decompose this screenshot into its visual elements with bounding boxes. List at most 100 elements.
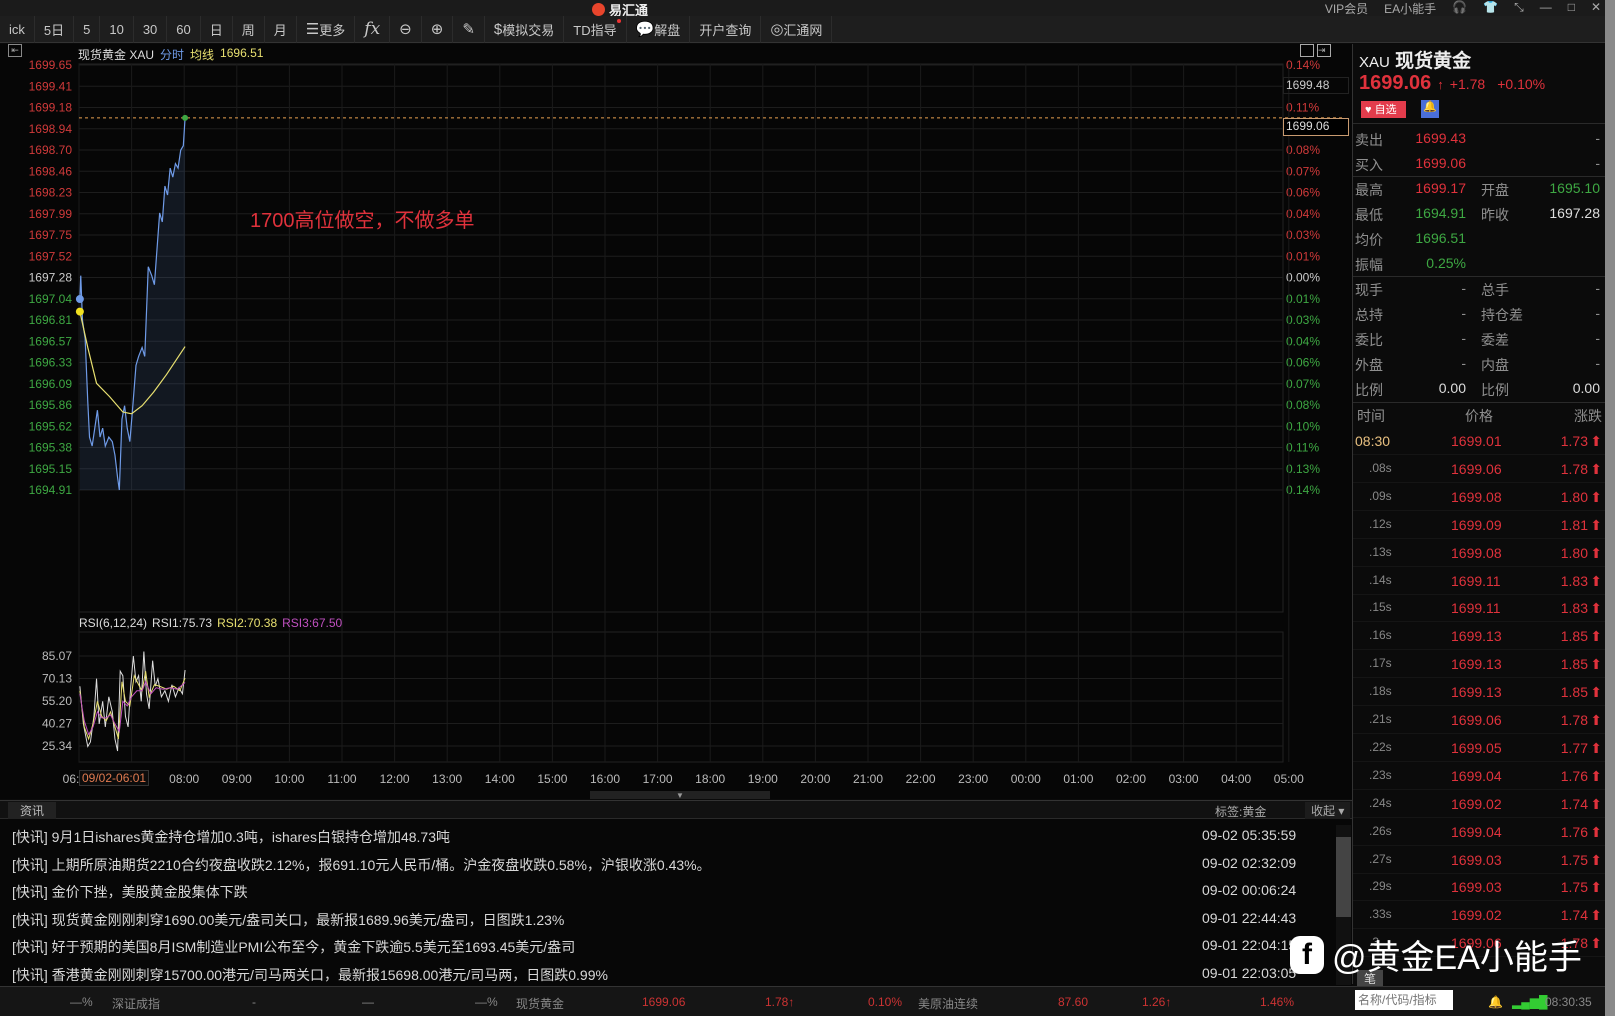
user-name[interactable]: EA小能手	[1384, 0, 1436, 17]
price-tick-label: 1696.57	[29, 334, 73, 348]
toolbar-tick-button[interactable]: ick	[0, 15, 35, 43]
quote-value: 1697.28	[1549, 205, 1600, 221]
search-input[interactable]	[1355, 990, 1453, 1010]
time-tick-label: 06:	[63, 772, 80, 786]
quote-label: 内盘	[1481, 357, 1509, 373]
chart-svg[interactable]: 1699.65 0.14% 1699.41 1699.18 0.11% 1698.94 16…	[0, 44, 1352, 799]
quote-label: 振幅	[1355, 257, 1383, 273]
tick-price: 1699.02	[1451, 907, 1502, 924]
price-tick-label: 1695.15	[29, 462, 73, 476]
toolbar-fx678-button[interactable]: ◎ 汇通网	[761, 15, 833, 43]
scroll-thumb[interactable]	[1336, 837, 1351, 917]
quote-value: -	[1595, 130, 1600, 146]
quote-row: 买入 1699.06 -	[1353, 152, 1606, 177]
time-tick-label: 08:00	[169, 772, 199, 786]
up-arrow-icon: ⬆	[1590, 460, 1602, 477]
tick-change: 1.83	[1560, 572, 1588, 589]
tick-time: .18s	[1369, 684, 1392, 699]
window-scrollbar[interactable]	[1605, 0, 1615, 1016]
toolbar-period-day-button[interactable]: 日	[201, 15, 233, 43]
up-arrow-icon: ⬆	[1590, 935, 1602, 952]
quote-row: 总持 - 持仓差 -	[1353, 302, 1606, 327]
toolbar-period-month-button[interactable]: 月	[265, 15, 297, 43]
alert-bell-icon[interactable]: 🔔	[1421, 100, 1439, 118]
collapse-button[interactable]: 收起 ▾	[1305, 802, 1351, 819]
price-tick-label: 1698.46	[29, 164, 73, 178]
toolbar-td-guide-button[interactable]: TD指导	[564, 15, 627, 43]
news-item[interactable]: [快讯] 香港黄金刚刚刺穿15700.00港元/司马两关口，最新报15698.0…	[12, 965, 1332, 985]
news-tag[interactable]: 标签:黄金	[1215, 803, 1266, 820]
toolbar-analysis-button[interactable]: 💬 解盘	[627, 15, 691, 43]
rsi-tick-label: 55.20	[42, 694, 72, 708]
quote-label: 最低	[1355, 207, 1383, 223]
toolbar-zoom-out-button[interactable]: ⊖	[390, 15, 422, 43]
price-tick-label: 1697.99	[29, 207, 73, 221]
start-price-dot	[75, 295, 84, 304]
quote-value: -	[1595, 155, 1600, 171]
tick-price: 1699.13	[1451, 628, 1502, 645]
ticker-j[interactable]: 美原油连续	[918, 995, 978, 1012]
export-icon[interactable]: ⇥	[1317, 44, 1331, 57]
news-tab[interactable]: 资讯	[8, 802, 57, 819]
news-item[interactable]: [快讯] 好于预期的美国8月ISM制造业PMI公布至今，黄金下跌逾5.5美元至1…	[12, 937, 1332, 957]
price-tick-label: 1695.86	[29, 398, 73, 412]
time-tick-label: 15:00	[537, 772, 567, 786]
news-item[interactable]: [快讯] 9月1日ishares黄金持仓增加0.3吨，ishares白银持仓增加…	[12, 827, 1332, 847]
ticker-f[interactable]: 现货黄金	[516, 995, 564, 1012]
toolbar-formula-button[interactable]: fx	[355, 15, 391, 43]
toolbar-sim-trade-button[interactable]: $ 模拟交易	[485, 15, 565, 43]
ticker-e: —%	[475, 995, 498, 1009]
close-button[interactable]: ✕	[1591, 0, 1601, 17]
toolbar-open-account-button[interactable]: 开户查询	[690, 15, 762, 43]
tick-change: 1.85	[1560, 656, 1588, 673]
toolbar: ick 5日 5 10 30 60 日周月 ☰ 更多 fx ⊖ ⊕ ✎ $ 模拟交易 TD指导 💬 解盘 开户…	[0, 15, 1605, 43]
collapse-panel-icon[interactable]: ⇤	[8, 44, 22, 57]
price-tick-label: 1696.09	[29, 377, 73, 391]
time-tick-label: 13:00	[432, 772, 462, 786]
shrink-icon[interactable]: ⤡	[1514, 0, 1524, 17]
panel-splitter[interactable]: ▼	[590, 791, 770, 800]
clock: 08:30:35	[1545, 995, 1592, 1009]
tick-row: 08:30 1699.01 1.73 ⬆	[1353, 430, 1606, 455]
toolbar-period-10-button[interactable]: 10	[100, 15, 134, 43]
toolbar-zoom-in-button[interactable]: ⊕	[422, 15, 454, 43]
tick-row: .13s 1699.08 1.80 ⬆	[1353, 542, 1606, 567]
fullscreen-icon[interactable]	[1300, 44, 1314, 57]
ticker-i: 0.10%	[868, 995, 903, 1009]
news-item[interactable]: [快讯] 金价下挫，美股黄金股集体下跌 09-02 00:06:24	[12, 882, 1332, 902]
quote-label: 买入	[1355, 157, 1383, 173]
tick-row: .14s 1699.11 1.83 ⬆	[1353, 570, 1606, 595]
collapse-label: 收起	[1311, 804, 1336, 818]
quote-label: 比例	[1355, 382, 1383, 398]
news-item[interactable]: [快讯] 上期所原油期货2210合约夜盘收跌2.12%，报691.10元人民币/…	[12, 855, 1332, 875]
news-time: 09-02 00:06:24	[1202, 882, 1297, 898]
minimize-button[interactable]: —	[1540, 0, 1552, 17]
news-time: 09-02 02:32:09	[1202, 854, 1297, 871]
toolbar-period-30-button[interactable]: 30	[134, 15, 168, 43]
tick-row: .21s 1699.06 1.78 ⬆	[1353, 709, 1606, 734]
up-arrow-icon: ⬆	[1590, 656, 1602, 673]
toolbar-label: 解盘	[654, 22, 681, 38]
shirt-icon[interactable]: 👕	[1483, 0, 1498, 17]
price-tick-label: 1699.18	[29, 101, 73, 115]
tick-time: .33s	[1369, 907, 1392, 922]
toolbar-period-week-button[interactable]: 周	[233, 15, 265, 43]
chart-mode: 分时	[160, 48, 185, 62]
bell-icon[interactable]: 🔔	[1488, 995, 1503, 1009]
tick-time: .24s	[1369, 795, 1392, 810]
favorite-button[interactable]: ♥ 自选	[1361, 101, 1406, 118]
tick-price: 1699.06	[1451, 460, 1502, 477]
toolbar-period-60-button[interactable]: 60	[167, 15, 201, 43]
headset-icon[interactable]: 🎧	[1452, 0, 1467, 17]
vip-link[interactable]: VIP会员	[1325, 0, 1368, 17]
tick-change: 1.85	[1560, 628, 1588, 645]
toolbar-more-button[interactable]: ☰ 更多	[297, 15, 356, 43]
tick-time: 08:30	[1355, 433, 1391, 449]
news-item[interactable]: [快讯] 现货黄金刚刚刺穿1690.00美元/盎司关口，最新报1689.96美元…	[12, 910, 1332, 930]
toolbar-period-5-button[interactable]: 5	[74, 15, 101, 43]
ticker-b[interactable]: 深证成指	[112, 995, 160, 1012]
chart-area[interactable]: 1699.65 0.14% 1699.41 1699.18 0.11% 1698.94 16…	[0, 44, 1352, 800]
maximize-button[interactable]: □	[1568, 0, 1575, 17]
toolbar-period-5day-button[interactable]: 5日	[35, 15, 75, 43]
toolbar-draw-button[interactable]: ✎	[453, 15, 485, 43]
